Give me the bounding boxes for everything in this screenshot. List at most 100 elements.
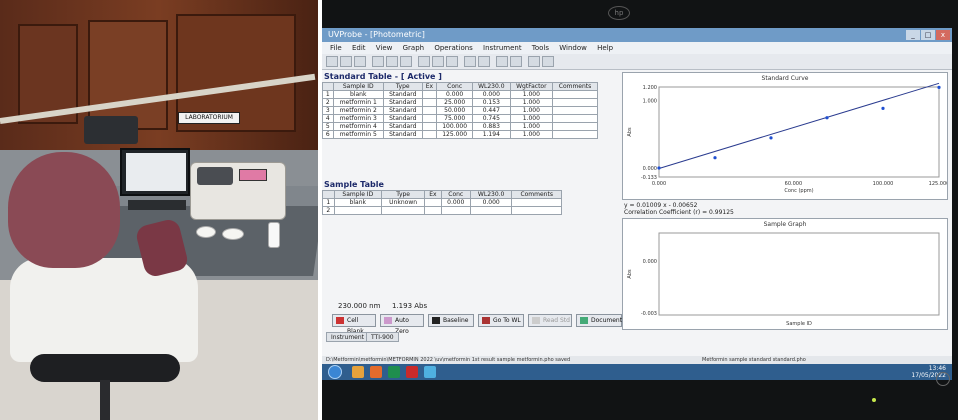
table-cell[interactable] [421,114,438,123]
table-cell[interactable] [380,206,426,215]
table-cell[interactable]: 0.447 [471,106,511,115]
column-header[interactable]: Comments [511,190,562,199]
browser-icon[interactable] [370,366,382,378]
column-header[interactable]: Sample ID [332,82,384,91]
menu-tools[interactable]: Tools [532,44,549,52]
table-cell[interactable]: 0.000 [469,198,513,207]
calc-icon[interactable] [510,56,522,67]
menu-graph[interactable]: Graph [403,44,424,52]
table-cell[interactable]: 1.000 [509,98,554,107]
table-cell[interactable]: 25.000 [436,98,473,107]
cell-blank-button[interactable]: Cell Blank [332,314,376,335]
table-cell[interactable]: Standard [382,106,423,115]
column-header[interactable]: WgtFactor [509,82,554,91]
table-icon[interactable] [418,56,430,67]
column-header[interactable]: Conc [436,82,473,91]
table-cell[interactable]: Standard [382,130,423,139]
sample-graph-panel[interactable]: Sample Graph 0.000 -0.003 Sample ID Abs [622,218,948,330]
table-cell[interactable] [552,98,598,107]
table-cell[interactable]: Standard [382,90,423,99]
table-cell[interactable] [421,130,438,139]
tab-instrument[interactable]: Instrument [326,332,370,342]
paste-icon[interactable] [400,56,412,67]
report-icon[interactable] [496,56,508,67]
table-cell[interactable]: 75.000 [436,114,473,123]
baseline-button[interactable]: Baseline [428,314,474,327]
table-cell[interactable]: 1.000 [509,122,554,131]
table-cell[interactable]: 0.745 [471,114,511,123]
table-cell[interactable]: metformin 5 [332,130,384,139]
table-cell[interactable]: 1.000 [509,90,554,99]
print-icon[interactable] [372,56,384,67]
chrome-icon[interactable] [388,366,400,378]
column-header[interactable]: Comments [552,82,598,91]
column-header[interactable]: WL230.0 [469,190,513,199]
maximize-button[interactable]: □ [921,30,935,40]
column-header[interactable]: Sample ID [333,190,382,199]
table-cell[interactable]: 1.000 [509,130,554,139]
document-button[interactable]: Document [576,314,622,327]
table-cell[interactable]: 1.194 [471,130,511,139]
column-header[interactable]: Conc [440,190,471,199]
table-cell[interactable]: blank [333,198,382,207]
table-cell[interactable] [440,206,471,215]
menu-file[interactable]: File [330,44,342,52]
table-row[interactable]: 2 metformin 1 Standard 25.000 0.153 1.000 [322,98,598,107]
go-to-wl-button[interactable]: Go To WL [478,314,524,327]
table-cell[interactable] [421,90,438,99]
column-header[interactable]: Ex [424,190,442,199]
table-cell[interactable]: Standard [382,98,423,107]
table-cell[interactable] [424,198,442,207]
column-header[interactable]: Type [380,190,426,199]
table-cell[interactable] [469,206,513,215]
table-cell[interactable]: metformin 4 [332,122,384,131]
table-cell[interactable] [552,90,598,99]
zoom-icon[interactable] [464,56,476,67]
table-row[interactable]: 3 metformin 2 Standard 50.000 0.447 1.000 [322,106,598,115]
close-button[interactable]: x [936,30,950,40]
menu-operations[interactable]: Operations [434,44,472,52]
table-cell[interactable] [333,206,382,215]
save-icon[interactable] [354,56,366,67]
layout-icon[interactable] [542,56,554,67]
menu-view[interactable]: View [376,44,393,52]
table-cell[interactable]: metformin 2 [332,106,384,115]
cursor-icon[interactable] [478,56,490,67]
graph-icon[interactable] [432,56,444,67]
menu-instrument[interactable]: Instrument [483,44,522,52]
table-cell[interactable]: 125.000 [436,130,473,139]
table-cell[interactable]: metformin 3 [332,114,384,123]
column-header[interactable]: Type [382,82,423,91]
table-cell[interactable] [424,206,442,215]
folder-icon[interactable] [352,366,364,378]
table-cell[interactable] [511,206,562,215]
table-cell[interactable] [421,122,438,131]
table-cell[interactable]: 0.000 [440,198,471,207]
table-cell[interactable]: Unknown [380,198,426,207]
table-row[interactable]: 1 blank Standard 0.000 0.000 1.000 [322,90,598,99]
standard-curve-panel[interactable]: Standard Curve 0.00060.000100.000125.000… [622,72,948,200]
pdf-icon[interactable] [406,366,418,378]
uvprobe-icon[interactable] [424,366,436,378]
table-cell[interactable] [421,106,438,115]
column-header[interactable]: WL230.0 [471,82,511,91]
table-cell[interactable]: Standard [382,122,423,131]
table-cell[interactable]: Standard [382,114,423,123]
table-row[interactable]: 5 metformin 4 Standard 100.000 0.883 1.000 [322,122,598,131]
menu-window[interactable]: Window [559,44,587,52]
table-row[interactable]: 6 metformin 5 Standard 125.000 1.194 1.000 [322,130,598,139]
layout-icon[interactable] [528,56,540,67]
tab-tti-900[interactable]: TTI-900 [366,332,399,342]
open-icon[interactable] [340,56,352,67]
table-cell[interactable]: 100.000 [436,122,473,131]
new-icon[interactable] [326,56,338,67]
table-cell[interactable] [552,106,598,115]
table-cell[interactable] [511,198,562,207]
table-cell[interactable]: blank [332,90,384,99]
start-button[interactable] [328,365,342,379]
table-cell[interactable]: 0.883 [471,122,511,131]
table-cell[interactable]: 1.000 [509,114,554,123]
table-row[interactable]: 4 metformin 3 Standard 75.000 0.745 1.000 [322,114,598,123]
table-cell[interactable]: 0.153 [471,98,511,107]
menu-edit[interactable]: Edit [352,44,366,52]
